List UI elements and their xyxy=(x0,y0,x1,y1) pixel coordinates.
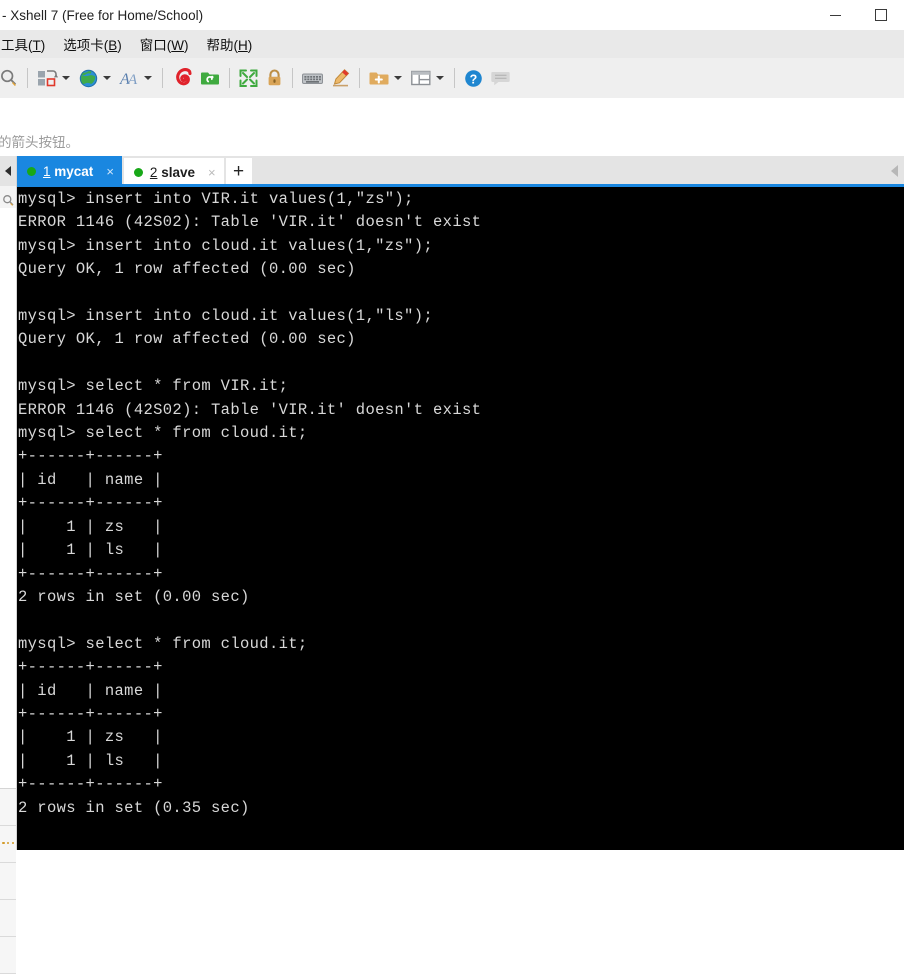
rail-slot-5[interactable] xyxy=(0,937,16,974)
toolbar-button-globe[interactable] xyxy=(75,63,116,93)
toolbar-separator-1 xyxy=(27,68,28,88)
more-dots-icon[interactable] xyxy=(2,838,14,848)
svg-text:A: A xyxy=(127,72,138,88)
new-folder-icon xyxy=(369,72,389,85)
font-dropdown-caret[interactable] xyxy=(144,76,152,80)
menu-accel-help: H xyxy=(238,38,248,53)
toolbar-separator-5 xyxy=(359,68,360,88)
rail-search-button[interactable] xyxy=(1,190,16,210)
maximize-button[interactable] xyxy=(858,0,904,30)
globe-dropdown-caret[interactable] xyxy=(103,76,111,80)
tab-mycat[interactable]: 1 mycat × xyxy=(17,156,122,186)
new-tab-button[interactable]: + xyxy=(225,158,252,186)
lock-icon xyxy=(268,69,281,86)
tab-label-slave: 2 slave xyxy=(150,165,195,180)
menu-accel-tools: T xyxy=(32,38,41,53)
tab-name-mycat: mycat xyxy=(54,163,94,179)
tab-status-dot-slave xyxy=(133,167,143,177)
tab-close-slave[interactable]: × xyxy=(208,166,216,179)
font-icon: A A xyxy=(119,71,138,88)
toolbar-button-help[interactable]: ? xyxy=(460,63,487,93)
toolbar-button-layout[interactable] xyxy=(407,63,449,93)
xftp-icon xyxy=(201,72,219,85)
layout-dropdown-caret[interactable] xyxy=(436,76,444,80)
toolbar: A A ? xyxy=(0,58,904,98)
menu-label-tools: 工具 xyxy=(1,38,28,53)
tab-label-mycat: 1 mycat xyxy=(43,164,93,179)
tab-index-slave: 2 xyxy=(149,164,158,180)
rail-slot-4[interactable] xyxy=(0,900,16,937)
tab-name-slave: slave xyxy=(161,164,195,180)
menu-accel-window: W xyxy=(171,38,185,53)
toolbar-button-find[interactable] xyxy=(0,63,22,93)
highlight-icon xyxy=(333,69,350,87)
menu-bar: 工具(T) 选项卡(B) 窗口(W) 帮助(H) xyxy=(0,30,904,58)
keyboard-icon xyxy=(302,73,323,84)
maximize-icon xyxy=(875,9,887,21)
chevron-left-icon xyxy=(5,166,11,176)
terminal-pane[interactable]: mysql> insert into VIR.it values(1,"zs")… xyxy=(17,187,904,850)
new-folder-dropdown-caret[interactable] xyxy=(394,76,402,80)
title-bar: - Xshell 7 (Free for Home/School) xyxy=(0,0,904,30)
hint-strip: 的箭头按钮。 xyxy=(0,98,904,156)
menu-accel-tabs: B xyxy=(108,38,118,53)
toolbar-button-fullscreen[interactable] xyxy=(235,63,262,93)
rail-panel-blank xyxy=(0,208,16,789)
tab-bar: 1 mycat × 2 slave × + xyxy=(17,156,904,186)
xshell-icon xyxy=(176,68,192,86)
menu-item-tabs[interactable]: 选项卡(B) xyxy=(54,31,131,57)
toolbar-button-lock[interactable] xyxy=(262,63,287,93)
toolbar-button-new-folder[interactable] xyxy=(365,63,407,93)
tab-status-dot-mycat xyxy=(27,166,36,176)
toolbar-button-font[interactable]: A A xyxy=(116,63,157,93)
dot-1 xyxy=(2,841,5,845)
window-controls xyxy=(812,0,904,30)
tab-close-mycat[interactable]: × xyxy=(106,165,114,178)
rail-collapse-button[interactable] xyxy=(0,156,16,186)
menu-label-tabs: 选项卡 xyxy=(63,38,104,53)
rail-slot-3[interactable] xyxy=(0,863,16,900)
toolbar-button-comment[interactable] xyxy=(487,63,514,93)
help-icon: ? xyxy=(465,69,482,87)
svg-text:?: ? xyxy=(470,72,478,86)
globe-icon xyxy=(79,69,98,87)
toolbar-button-transfer[interactable] xyxy=(33,63,75,93)
toolbar-button-xftp[interactable] xyxy=(196,63,224,93)
terminal-output: mysql> insert into VIR.it values(1,"zs")… xyxy=(18,190,482,817)
tab-scroll-controls[interactable] xyxy=(891,156,898,186)
tab-list: 1 mycat × 2 slave × + xyxy=(17,156,252,186)
left-rail xyxy=(0,156,17,974)
menu-label-window: 窗口 xyxy=(139,38,167,53)
find-icon xyxy=(1,69,17,86)
toolbar-separator-2 xyxy=(162,68,163,88)
minimize-icon xyxy=(829,14,841,16)
chevron-left-icon xyxy=(891,165,898,177)
dot-2 xyxy=(6,841,10,845)
menu-label-help: 帮助 xyxy=(206,38,234,53)
toolbar-separator-6 xyxy=(454,68,455,88)
tab-slave[interactable]: 2 slave × xyxy=(123,158,224,186)
hint-text: 的箭头按钮。 xyxy=(0,135,79,150)
toolbar-separator-3 xyxy=(229,68,230,88)
search-icon xyxy=(3,194,14,206)
layout-icon xyxy=(411,70,431,86)
menu-item-tools[interactable]: 工具(T) xyxy=(0,31,54,57)
comment-icon xyxy=(491,72,510,86)
toolbar-separator-4 xyxy=(292,68,293,88)
tab-index-mycat: 1 xyxy=(43,163,51,179)
window-title: - Xshell 7 (Free for Home/School) xyxy=(2,7,204,23)
dot-3 xyxy=(11,841,14,845)
menu-item-help[interactable]: 帮助(H) xyxy=(198,31,262,57)
rail-slot-1[interactable] xyxy=(0,789,16,826)
toolbar-button-keyboard[interactable] xyxy=(298,63,327,93)
toolbar-button-xshell[interactable] xyxy=(168,63,196,93)
fullscreen-icon xyxy=(239,69,258,87)
menu-item-window[interactable]: 窗口(W) xyxy=(131,31,198,57)
transfer-dropdown-caret[interactable] xyxy=(62,76,70,80)
minimize-button[interactable] xyxy=(812,0,858,30)
transfer-icon xyxy=(38,70,58,87)
toolbar-button-highlight[interactable] xyxy=(327,63,354,93)
